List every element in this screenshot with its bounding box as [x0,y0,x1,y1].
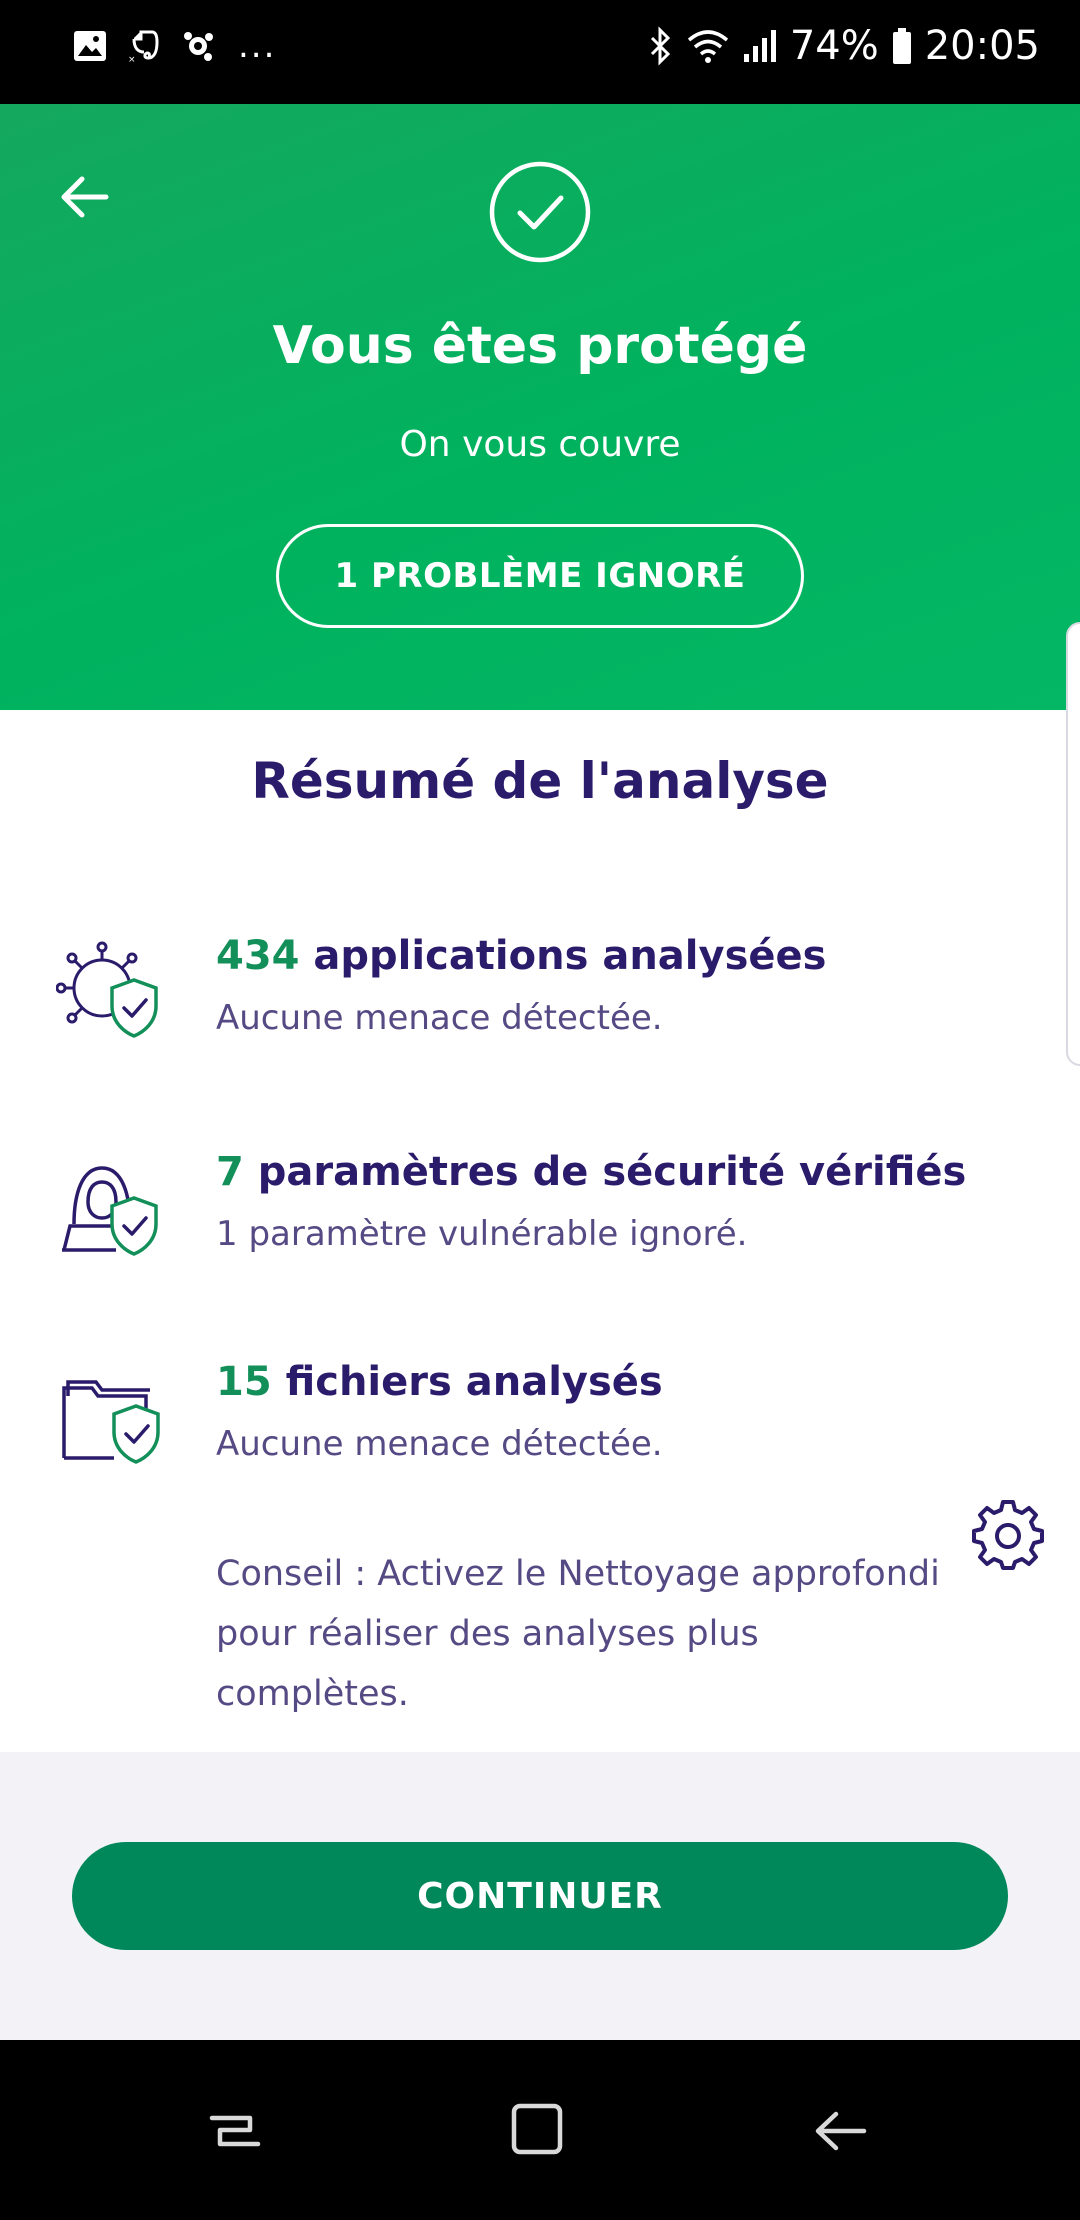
footer-area: CONTINUER [0,1752,1080,2040]
scan-count: 434 [216,933,300,979]
arrow-left-icon[interactable] [52,164,118,230]
home-icon[interactable] [502,2096,572,2166]
recent-apps-icon[interactable] [200,2096,270,2166]
protection-title: Vous êtes protégé [272,316,808,376]
gear-icon[interactable] [972,1500,1044,1572]
signal-icon [743,30,776,62]
scan-label: applications analysées [299,933,827,979]
ignored-issues-button[interactable]: 1 PROBLÈME IGNORÉ [276,524,804,628]
svg-text:×: × [128,55,136,64]
deep-clean-tip: Conseil : Activez le Nettoyage approfond… [216,1554,940,1714]
scan-detail: Aucune menace détectée. [216,1424,663,1464]
scan-label: paramètres de sécurité vérifiés [243,1149,967,1195]
battery-percent: 74% [789,23,879,69]
scan-result-title: 434 applications analysées [216,930,1016,982]
gallery-icon [74,31,106,61]
scan-label: fichiers analysés [271,1359,663,1405]
notification-icons: × ... [72,16,276,76]
scan-result-title: 15 fichiers analysés [216,1356,1016,1408]
scan-result-title: 7 paramètres de sécurité vérifiés [216,1146,1016,1198]
virus-shield-icon [56,941,158,1038]
scan-count: 7 [216,1149,244,1195]
status-bar: × ... 74% 20:05 [0,0,1080,104]
evernote-icon: × [128,30,159,64]
system-status: 74% 20:05 [648,16,1040,76]
folder-shield-icon [62,1380,160,1464]
avast-icon [184,32,213,61]
bluetooth-icon [650,26,670,66]
hacker-shield-icon [62,1166,158,1256]
scan-detail: 1 paramètre vulnérable ignoré. [216,1214,748,1254]
more-notifications: ... [238,26,277,66]
scan-result-apps-text: 434 applications analysées Aucune menace… [216,930,1016,1042]
scan-result-files-text: 15 fichiers analysés Aucune menace détec… [216,1356,1016,1468]
protection-header: Vous êtes protégé On vous couvre 1 PROBL… [0,104,1080,710]
scan-count: 15 [216,1359,272,1405]
scan-result-settings-text: 7 paramètres de sécurité vérifiés 1 para… [216,1146,1016,1258]
summary-title: Résumé de l'analyse [251,752,829,810]
scan-detail: Aucune menace détectée. [216,998,663,1038]
navigation-bar [0,2040,1080,2220]
check-circle-icon [489,161,591,263]
battery-icon [892,28,911,64]
wifi-icon [687,30,728,63]
back-icon[interactable] [806,2096,876,2166]
continue-button[interactable]: CONTINUER [72,1842,1008,1950]
side-drawer-handle[interactable] [1066,622,1080,1066]
clock: 20:05 [924,23,1040,69]
protection-subtitle: On vous couvre [399,424,681,465]
